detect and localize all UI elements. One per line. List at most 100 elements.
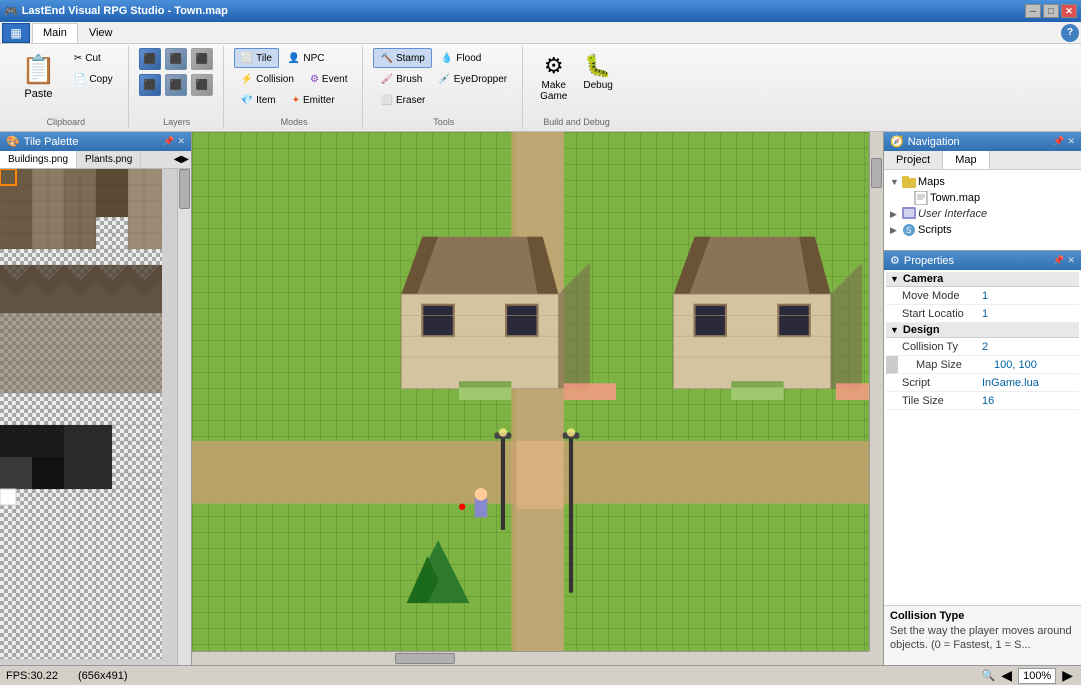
camera-expand-icon: ▼ [890, 274, 899, 284]
brush-tool-button[interactable]: 🖌Brush [373, 69, 429, 89]
nav-tab-project[interactable]: Project [884, 151, 943, 169]
tile-palette-icon: 🎨 [6, 135, 20, 148]
flood-tool-button[interactable]: 💧Flood [434, 48, 488, 68]
map-scrollbar-horizontal[interactable] [192, 651, 869, 665]
cut-copy-group: ✂Cut 📄Copy [67, 48, 120, 89]
camera-section[interactable]: ▼ Camera [886, 272, 1079, 287]
event-mode-button[interactable]: ⚙Event [303, 69, 355, 89]
paste-button[interactable]: 📋 Paste [12, 48, 65, 105]
maximize-button[interactable]: □ [1043, 4, 1059, 18]
navigation-panel: 🧭 Navigation 📌 ✕ Project Map ▼ Maps [884, 132, 1081, 251]
map-hscroll-thumb[interactable] [395, 653, 455, 664]
make-game-button[interactable]: ⚙ Make Game [533, 48, 574, 107]
app-menu-icon[interactable]: ▦ [2, 23, 30, 43]
clipboard-label: Clipboard [47, 115, 86, 127]
prop-map-size: Map Size 100, 100 [886, 356, 1079, 374]
tooltip-title: Collision Type [890, 610, 1075, 622]
eyedropper-tool-button[interactable]: 💉EyeDropper [431, 69, 514, 89]
build-label: Build and Debug [543, 115, 610, 127]
tools-group: 🔨Stamp 💧Flood 🖌Brush 💉EyeDropper [365, 46, 523, 129]
app-icon: 🎮 [4, 5, 18, 18]
nav-title: Navigation [908, 136, 960, 148]
layer-btn-1[interactable]: ⬛ [139, 48, 161, 70]
tile-palette-content[interactable] [0, 169, 191, 665]
tree-item-townmap[interactable]: Town.map [888, 190, 1077, 206]
close-button[interactable]: ✕ [1061, 4, 1077, 18]
navigation-tree: ▼ Maps Town.map ▶ User Interface [884, 170, 1081, 250]
props-pin-button[interactable]: 📌 [1053, 255, 1064, 266]
emitter-mode-button[interactable]: ✦Emitter [285, 90, 342, 110]
tile-palette-pin-button[interactable]: 📌 [163, 136, 174, 147]
status-left: FPS:30.22 (656x491) [6, 670, 128, 682]
item-mode-button[interactable]: 💎Item [234, 90, 283, 110]
main-layout: 🎨 Tile Palette 📌 ✕ Buildings.png Plants.… [0, 132, 1081, 665]
minimize-button[interactable]: ─ [1025, 4, 1041, 18]
nav-close-button[interactable]: ✕ [1067, 136, 1075, 147]
copy-button[interactable]: 📄Copy [67, 69, 120, 89]
tile-palette-svg [0, 169, 178, 665]
design-section[interactable]: ▼ Design [886, 323, 1079, 338]
tile-scrollbar-thumb[interactable] [179, 169, 190, 209]
menu-tab-view[interactable]: View [78, 23, 124, 43]
nav-tab-map[interactable]: Map [943, 151, 989, 169]
debug-button[interactable]: 🐛 Debug [576, 48, 619, 96]
map-vscroll-thumb[interactable] [871, 158, 882, 188]
scripts-expand-icon[interactable]: ▶ [890, 225, 902, 236]
help-button[interactable]: ? [1061, 24, 1079, 42]
prop-collision-type: Collision Ty 2 [886, 338, 1079, 356]
tree-item-ui[interactable]: ▶ User Interface [888, 206, 1077, 222]
properties-tooltip: Collision Type Set the way the player mo… [884, 605, 1081, 665]
zoom-level-display: 100% [1018, 668, 1056, 684]
layer-btn-2[interactable]: ⬛ [165, 48, 187, 70]
tools-buttons: 🔨Stamp 💧Flood 🖌Brush 💉EyeDropper [373, 48, 514, 113]
props-title-area: ⚙ Properties [890, 254, 954, 267]
tile-tab-prev[interactable]: ◀ [174, 154, 182, 165]
collision-mode-button[interactable]: ⚡Collision [234, 69, 301, 89]
props-close-button[interactable]: ✕ [1067, 255, 1075, 266]
status-right: 🔍 ◀ 100% ▶ [982, 667, 1075, 684]
tree-item-scripts[interactable]: ▶ S Scripts [888, 222, 1077, 238]
ui-expand-icon[interactable]: ▶ [890, 209, 902, 220]
layer-btn-6[interactable]: ⬛ [191, 74, 213, 96]
tile-palette-panel: 🎨 Tile Palette 📌 ✕ Buildings.png Plants.… [0, 132, 192, 665]
map-scroll-corner [869, 651, 883, 665]
menu-tab-main[interactable]: Main [32, 23, 78, 43]
nav-pin-button[interactable]: 📌 [1053, 136, 1064, 147]
zoom-out-button[interactable]: ◀ [999, 667, 1014, 684]
navigation-tabs: Project Map [884, 151, 1081, 170]
stamp-tool-button[interactable]: 🔨Stamp [373, 48, 431, 68]
tile-tab-next[interactable]: ▶ [181, 154, 189, 165]
clipboard-group: 📋 Paste ✂Cut 📄Copy Clipboard [4, 46, 129, 129]
layer-btn-4[interactable]: ⬛ [139, 74, 161, 96]
map-canvas[interactable] [192, 132, 883, 665]
eraser-tool-button[interactable]: ⬜Eraser [373, 90, 432, 110]
tile-tab-plants[interactable]: Plants.png [77, 151, 141, 168]
fps-display: FPS:30.22 [6, 670, 58, 682]
tools-label: Tools [433, 115, 454, 127]
clipboard-buttons: 📋 Paste ✂Cut 📄Copy [12, 48, 120, 113]
layer-btn-5[interactable]: ⬛ [165, 74, 187, 96]
map-file-icon [914, 191, 930, 205]
map-scrollbar-vertical[interactable] [869, 132, 883, 651]
maps-expand-icon[interactable]: ▼ [890, 177, 902, 187]
tile-tab-nav: ◀ ▶ [172, 151, 191, 168]
tile-tab-buildings[interactable]: Buildings.png [0, 151, 77, 168]
nav-icon: 🧭 [890, 135, 904, 148]
npc-mode-button[interactable]: 👤NPC [281, 48, 332, 68]
tile-palette-close-button[interactable]: ✕ [177, 136, 185, 147]
map-canvas-area[interactable] [192, 132, 883, 665]
tile-palette-scrollbar[interactable] [177, 169, 191, 665]
layers-group: ⬛ ⬛ ⬛ ⬛ ⬛ ⬛ Layers [131, 46, 224, 129]
title-text: LastEnd Visual RPG Studio - Town.map [22, 5, 228, 17]
tile-mode-button[interactable]: ⬜Tile [234, 48, 279, 68]
prop-move-mode: Move Mode 1 [886, 287, 1079, 305]
tree-item-maps[interactable]: ▼ Maps [888, 174, 1077, 190]
build-buttons: ⚙ Make Game 🐛 Debug [533, 48, 620, 113]
modes-group: ⬜Tile 👤NPC ⚡Collision ⚙Event [226, 46, 364, 129]
zoom-in-button[interactable]: ▶ [1060, 667, 1075, 684]
layer-btn-3[interactable]: ⬛ [191, 48, 213, 70]
layers-buttons: ⬛ ⬛ ⬛ ⬛ ⬛ ⬛ [139, 48, 215, 113]
properties-header: ⚙ Properties 📌 ✕ [884, 251, 1081, 270]
cut-button[interactable]: ✂Cut [67, 48, 120, 68]
props-icon: ⚙ [890, 254, 900, 267]
